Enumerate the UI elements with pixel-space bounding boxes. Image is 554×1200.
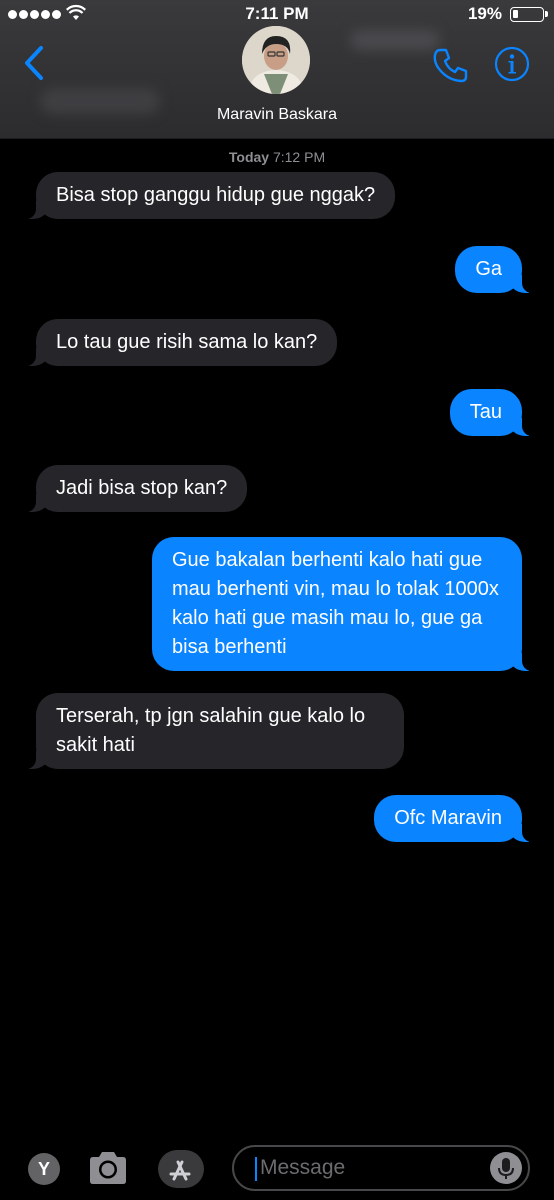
blurred-area	[350, 30, 440, 50]
battery-percentage: 19%	[467, 4, 502, 23]
message-bubble-incoming[interactable]: Jadi bisa stop kan?	[25, 465, 248, 512]
message-bubble-outgoing[interactable]: Tau	[449, 389, 533, 436]
message-text: Gue bakalan berhenti kalo hati gue mau b…	[172, 549, 505, 658]
message-bubble-incoming[interactable]: Bisa stop ganggu hidup gue nggak?	[25, 172, 396, 219]
message-text: Lo tau gue risih sama lo kan?	[56, 331, 318, 353]
message-text: Ga	[475, 258, 502, 280]
y-app-button[interactable]: Y	[28, 1153, 60, 1185]
avatar-photo	[242, 26, 310, 94]
text-cursor	[255, 1157, 257, 1181]
message-text: Ofc Maravin	[394, 807, 502, 829]
timestamp-day: Today	[228, 149, 270, 165]
message-text: Terserah, tp jgn salahin gue kalo lo sak…	[56, 705, 371, 756]
app-store-button[interactable]	[158, 1150, 204, 1188]
phone-icon[interactable]	[432, 46, 470, 84]
message-bubble-outgoing[interactable]: Ofc Maravin	[374, 795, 532, 842]
contact-avatar[interactable]	[242, 26, 310, 94]
message-text: Tau	[469, 401, 502, 423]
message-timestamp: Today 7:12 PM	[0, 149, 554, 165]
microphone-button[interactable]	[490, 1152, 522, 1184]
message-placeholder: Message	[260, 1156, 346, 1179]
message-bubble-outgoing[interactable]: Gue bakalan berhenti kalo hati gue mau b…	[152, 537, 532, 671]
conversation-header: 7:11 PM 19% Maravin Baskara	[0, 0, 554, 139]
battery-icon	[510, 7, 548, 22]
message-bubble-incoming[interactable]: Lo tau gue risih sama lo kan?	[25, 319, 338, 366]
timestamp-time: 7:12 PM	[272, 149, 326, 165]
microphone-icon	[498, 1158, 514, 1179]
app-store-icon	[169, 1160, 191, 1181]
chevron-left-icon[interactable]	[20, 44, 50, 82]
camera-icon[interactable]	[86, 1150, 130, 1186]
message-text: Jadi bisa stop kan?	[56, 477, 228, 499]
info-icon[interactable]	[494, 46, 530, 82]
message-bubble-incoming[interactable]: Terserah, tp jgn salahin gue kalo lo sak…	[26, 693, 404, 769]
message-text: Bisa stop ganggu hidup gue nggak?	[56, 184, 376, 206]
contact-name[interactable]: Maravin Baskara	[0, 106, 554, 124]
message-input-bar: Y Message	[0, 1138, 554, 1200]
message-input[interactable]: Message	[232, 1145, 530, 1191]
message-bubble-outgoing[interactable]: Ga	[455, 246, 532, 293]
